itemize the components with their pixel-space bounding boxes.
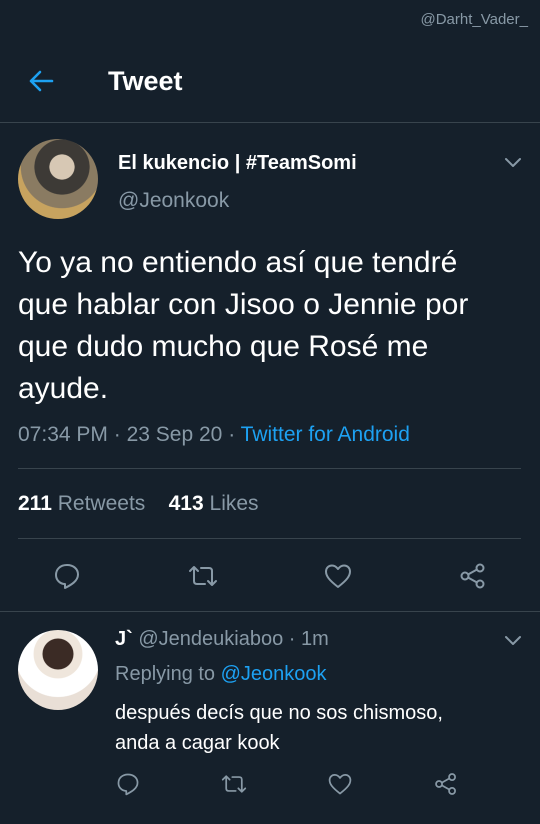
divider <box>18 468 521 469</box>
replying-to: Replying to @Jeonkook <box>115 663 327 686</box>
top-bar: Tweet <box>0 42 540 123</box>
retweet-icon[interactable] <box>188 561 218 591</box>
retweets-stat[interactable]: 211 Retweets <box>18 492 145 515</box>
meta-separator: · <box>288 628 296 650</box>
reply-icon[interactable] <box>115 771 141 797</box>
retweet-icon[interactable] <box>221 771 247 797</box>
likes-count: 413 <box>168 492 204 515</box>
page-title: Tweet <box>108 66 183 96</box>
author-handle[interactable]: @Jeonkook <box>118 189 229 213</box>
tweet-date: 23 Sep 20 <box>126 423 223 446</box>
reply-header: J` @Jendeukiaboo · 1m <box>115 628 329 651</box>
reply-author-avatar[interactable] <box>18 630 98 710</box>
reply-author-handle[interactable]: @Jendeukiaboo <box>138 628 283 650</box>
author-avatar[interactable] <box>18 139 98 219</box>
back-arrow-icon[interactable] <box>26 66 56 96</box>
meta-separator: · <box>228 423 236 446</box>
replying-prefix: Replying to <box>115 663 216 685</box>
tweet-stats: 211 Retweets 413 Likes <box>18 492 259 516</box>
meta-separator: · <box>113 423 121 446</box>
likes-label: Likes <box>209 492 259 515</box>
author-name[interactable]: El kukencio | #TeamSomi <box>118 152 357 175</box>
tweet-meta: 07:34 PM · 23 Sep 20 · Twitter for Andro… <box>18 423 410 447</box>
share-icon[interactable] <box>433 771 459 797</box>
chevron-down-icon[interactable] <box>503 633 523 647</box>
likes-stat[interactable]: 413 Likes <box>169 492 259 515</box>
retweets-label: Retweets <box>57 492 146 515</box>
share-icon[interactable] <box>458 561 488 591</box>
tweet-text: Yo ya no entiendo así que tendré que hab… <box>18 246 469 405</box>
like-icon[interactable] <box>323 561 353 591</box>
reply-text: después decís que no sos chismoso, anda … <box>115 702 443 754</box>
reply-author-name[interactable]: J` <box>115 628 133 650</box>
divider <box>0 611 540 612</box>
reply-icon[interactable] <box>52 561 82 591</box>
like-icon[interactable] <box>327 771 353 797</box>
replying-to-link[interactable]: @Jeonkook <box>221 663 327 685</box>
reply-age: 1m <box>301 628 329 650</box>
watermark: @Darht_Vader_ <box>420 11 528 28</box>
chevron-down-icon[interactable] <box>503 155 523 169</box>
divider <box>18 538 521 539</box>
tweet-time: 07:34 PM <box>18 423 108 446</box>
retweets-count: 211 <box>18 492 52 515</box>
tweet-source-link[interactable]: Twitter for Android <box>241 423 410 446</box>
